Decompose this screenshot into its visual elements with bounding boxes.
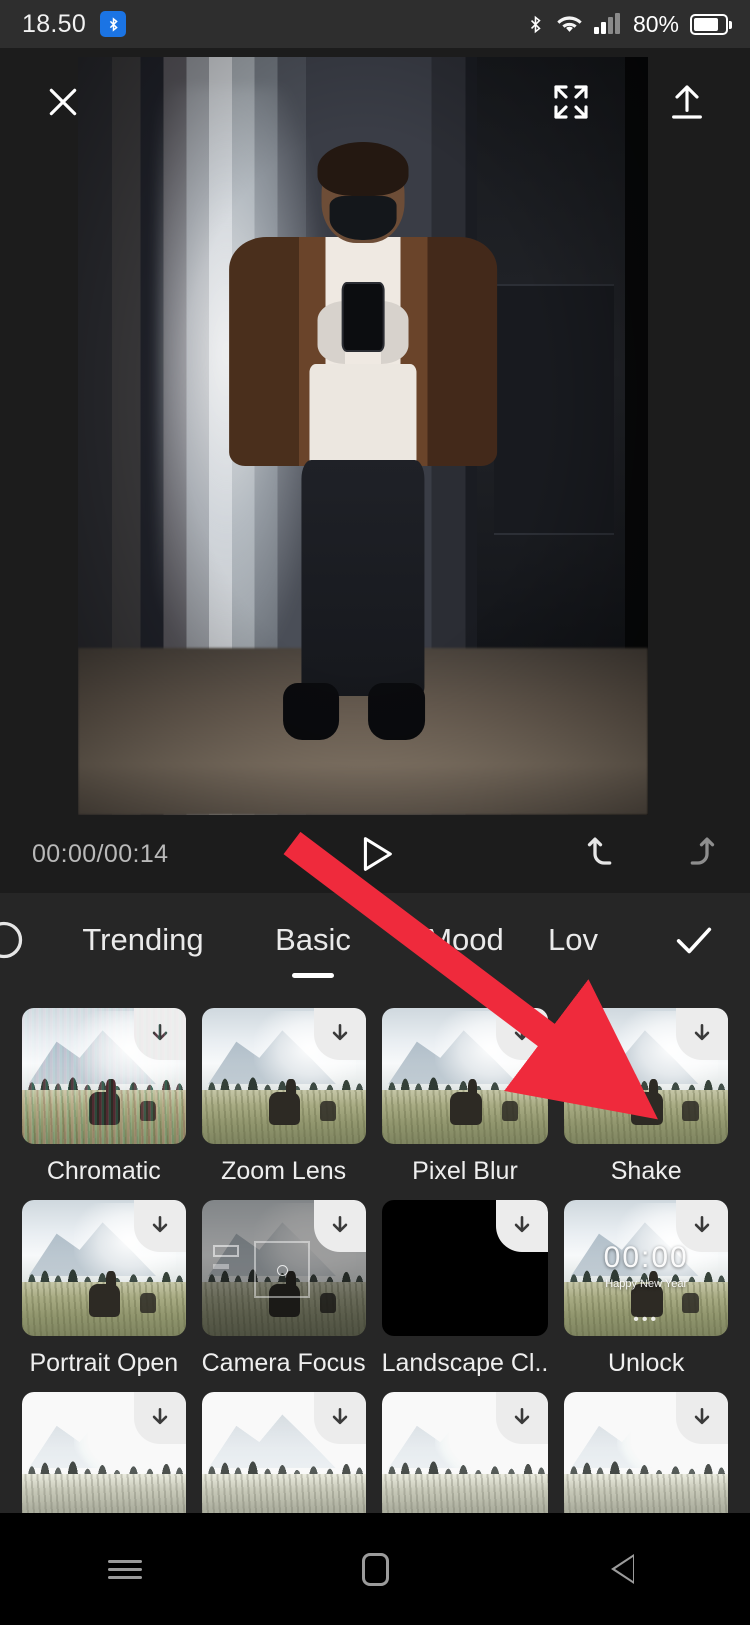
thumbnail-scene bbox=[22, 1008, 186, 1144]
effect-label: Zoom Lens bbox=[221, 1157, 347, 1185]
effect-item-zoom-lens[interactable]: Zoom Lens bbox=[201, 1008, 366, 1186]
tab-mood[interactable]: Mood bbox=[392, 893, 538, 986]
download-icon[interactable] bbox=[313, 1392, 366, 1444]
android-nav-bar bbox=[0, 1513, 750, 1625]
bluetooth-icon bbox=[526, 12, 545, 37]
confirm-button[interactable] bbox=[666, 912, 722, 968]
unlock-dots-overlay: ••• bbox=[633, 1310, 660, 1328]
tab-label: Mood bbox=[426, 921, 504, 957]
effects-panel: Trending Basic Mood Lov Chromatic Zoom L… bbox=[0, 893, 750, 1513]
effect-item-chromatic[interactable]: Chromatic bbox=[22, 1008, 186, 1186]
download-icon[interactable] bbox=[496, 1200, 549, 1252]
video-preview-area[interactable] bbox=[0, 48, 750, 815]
status-bar: 18.50 80% bbox=[0, 0, 750, 48]
effect-thumbnail[interactable]: 00:00 Happy New Year ••• bbox=[564, 1200, 728, 1336]
close-button[interactable] bbox=[36, 75, 90, 129]
focus-reticle bbox=[254, 1240, 310, 1298]
tab-trending[interactable]: Trending bbox=[56, 893, 230, 986]
effect-item-row3-4[interactable] bbox=[564, 1392, 728, 1513]
effect-label: Unlock bbox=[607, 1349, 685, 1377]
preview-top-bar bbox=[0, 48, 750, 156]
effect-thumbnail[interactable] bbox=[381, 1392, 549, 1513]
battery-percent-label: 80% bbox=[632, 10, 679, 37]
effect-item-row3-2[interactable] bbox=[201, 1392, 366, 1513]
tab-label: Trending bbox=[82, 921, 204, 957]
focus-hud-badge bbox=[213, 1244, 240, 1258]
bluetooth-badge-icon bbox=[100, 11, 127, 37]
effect-label: Pixel Blur bbox=[412, 1157, 518, 1185]
effect-thumbnail[interactable] bbox=[22, 1200, 186, 1336]
effects-grid[interactable]: Chromatic Zoom Lens Pixel Blur Shake Por… bbox=[0, 986, 750, 1513]
recents-menu-icon[interactable] bbox=[70, 1533, 180, 1605]
video-vignette bbox=[78, 57, 648, 815]
effect-label: Landscape Cl.. bbox=[381, 1349, 549, 1377]
effect-thumbnail[interactable] bbox=[201, 1200, 366, 1336]
effect-item-pixel-blur[interactable]: Pixel Blur bbox=[381, 1008, 549, 1186]
effect-item-row3-3[interactable] bbox=[381, 1392, 549, 1513]
effect-item-unlock[interactable]: 00:00 Happy New Year ••• Unlock bbox=[564, 1200, 728, 1378]
download-icon[interactable] bbox=[496, 1392, 549, 1444]
effect-label: Portrait Open bbox=[29, 1349, 179, 1377]
tab-basic[interactable]: Basic bbox=[236, 893, 390, 986]
effect-thumbnail[interactable] bbox=[22, 1008, 186, 1144]
timecode-label: 00:00/00:14 bbox=[32, 839, 169, 868]
status-bar-icons: 80% bbox=[526, 10, 732, 38]
app-screen: 18.50 80% 00:00/00:14 Trending Basic Moo… bbox=[0, 0, 750, 1625]
undo-button[interactable] bbox=[584, 830, 628, 879]
cellular-signal-icon bbox=[594, 13, 620, 34]
back-triangle-icon[interactable] bbox=[570, 1533, 680, 1605]
unlock-greeting-overlay: Happy New Year bbox=[605, 1277, 688, 1290]
play-button[interactable] bbox=[344, 823, 406, 885]
download-icon[interactable] bbox=[496, 1008, 549, 1060]
effect-label: Shake bbox=[610, 1157, 682, 1185]
download-icon[interactable] bbox=[313, 1200, 366, 1252]
effect-item-camera-focus[interactable]: Camera Focus bbox=[201, 1200, 366, 1378]
effect-label: Camera Focus bbox=[201, 1349, 366, 1377]
download-icon[interactable] bbox=[313, 1008, 366, 1060]
tab-underline bbox=[292, 973, 334, 978]
effect-thumbnail[interactable] bbox=[381, 1008, 549, 1144]
effect-thumbnail[interactable] bbox=[201, 1008, 366, 1144]
effect-thumbnail[interactable] bbox=[564, 1392, 728, 1513]
playback-controls: 00:00/00:14 bbox=[0, 815, 750, 893]
focus-hud-bar bbox=[213, 1263, 230, 1270]
download-icon[interactable] bbox=[676, 1008, 728, 1060]
status-bar-time: 18.50 bbox=[22, 9, 87, 38]
download-icon[interactable] bbox=[133, 1008, 186, 1060]
battery-icon bbox=[690, 13, 732, 35]
home-square-icon[interactable] bbox=[320, 1533, 430, 1605]
redo-button[interactable] bbox=[674, 830, 718, 879]
tab-label: Lov bbox=[548, 922, 598, 957]
effect-item-shake[interactable]: Shake bbox=[564, 1008, 728, 1186]
effect-thumbnail[interactable] bbox=[201, 1392, 366, 1513]
effect-item-portrait-open[interactable]: Portrait Open bbox=[22, 1200, 186, 1378]
export-button[interactable] bbox=[660, 75, 714, 129]
tab-love[interactable]: Lov bbox=[548, 893, 658, 986]
effect-item-row3-1[interactable] bbox=[22, 1392, 186, 1513]
effect-thumbnail[interactable] bbox=[22, 1392, 186, 1513]
effect-label: Chromatic bbox=[46, 1157, 161, 1185]
wifi-icon bbox=[556, 13, 583, 35]
download-icon[interactable] bbox=[133, 1200, 186, 1252]
effect-thumbnail[interactable] bbox=[564, 1008, 728, 1144]
effect-category-tabs: Trending Basic Mood Lov bbox=[0, 893, 750, 986]
recent-history-icon[interactable] bbox=[0, 918, 26, 962]
fullscreen-button[interactable] bbox=[544, 75, 598, 129]
tab-label: Basic bbox=[275, 921, 351, 957]
effect-thumbnail[interactable] bbox=[381, 1200, 549, 1336]
video-canvas[interactable] bbox=[78, 57, 648, 815]
effect-item-landscape-close[interactable]: Landscape Cl.. bbox=[381, 1200, 549, 1378]
download-icon[interactable] bbox=[133, 1392, 186, 1444]
download-icon[interactable] bbox=[676, 1392, 728, 1444]
download-icon[interactable] bbox=[676, 1200, 728, 1252]
